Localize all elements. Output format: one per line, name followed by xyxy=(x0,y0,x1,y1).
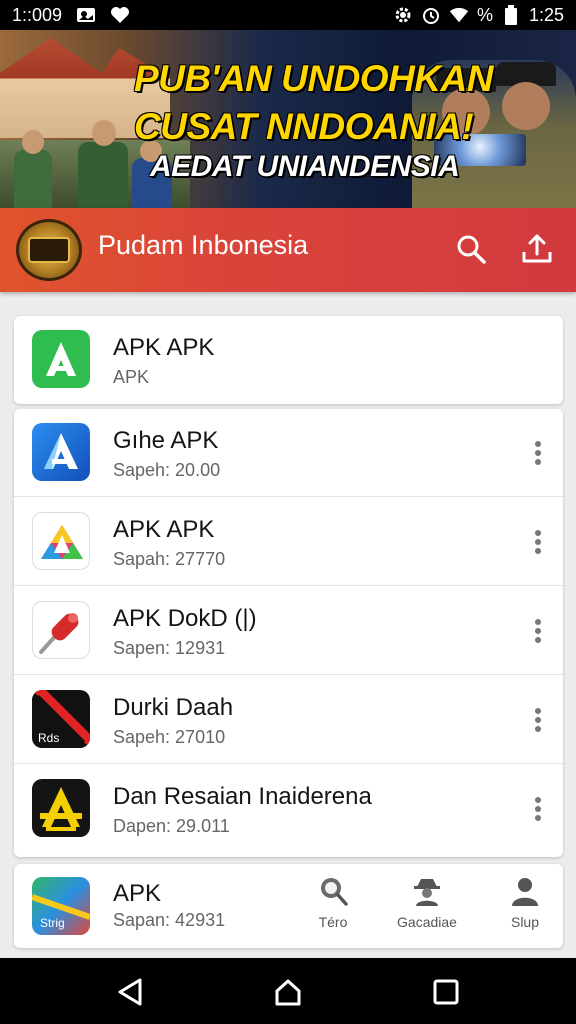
black-red-stripe-icon: Rds xyxy=(32,690,90,748)
bottom-app-subtitle: Sapan: 42931 xyxy=(113,910,226,930)
list-item[interactable]: APK DokD (|) Sapen: 12931 xyxy=(14,587,563,675)
home-button[interactable] xyxy=(270,974,306,1010)
more-options-button[interactable] xyxy=(526,615,550,647)
tab-gacadiae[interactable]: Gacadiae xyxy=(387,874,467,938)
more-options-button[interactable] xyxy=(526,437,550,469)
crowd-person-head xyxy=(92,120,116,146)
green-a-icon xyxy=(32,330,90,388)
svg-text:Strig: Strig xyxy=(40,916,65,930)
list-item[interactable]: Dan Resaian Inaiderena Dapen: 29.011 xyxy=(14,765,563,853)
app-subtitle: Sapeh: 27010 xyxy=(113,727,226,747)
crowd-person-head xyxy=(22,130,44,154)
promo-banner[interactable]: PUB'AN UNDOHKAN CUSAT NNDOANIA! AEDAT UN… xyxy=(0,30,576,208)
featured-app-title: APK APK xyxy=(113,334,215,361)
tab-label: Téro xyxy=(318,914,348,930)
share-icon xyxy=(522,234,552,263)
bottom-app-card[interactable]: Strig APK Sapan: 42931 xyxy=(14,864,563,948)
officer-face xyxy=(502,82,550,130)
back-button[interactable] xyxy=(112,974,148,1010)
yellow-a-icon xyxy=(32,779,90,837)
settings-gear-icon xyxy=(393,6,413,24)
list-item[interactable]: Gıhe APK Sapeh: 20.00 xyxy=(14,409,563,497)
more-options-button[interactable] xyxy=(526,526,550,558)
tab-slup[interactable]: Slup xyxy=(485,874,565,938)
app-subtitle: Sapah: 27770 xyxy=(113,549,226,569)
recents-button[interactable] xyxy=(428,974,464,1010)
system-nav-bar xyxy=(0,958,576,1024)
maps-strig-icon: Strig xyxy=(32,877,90,935)
crowd-person-figure xyxy=(14,150,52,208)
home-icon xyxy=(275,979,301,1006)
person-icon xyxy=(508,874,542,908)
svg-text:Rds: Rds xyxy=(38,731,59,745)
share-button[interactable] xyxy=(517,229,557,269)
list-item[interactable]: APK APK Sapah: 27770 xyxy=(14,498,563,586)
red-pin-icon xyxy=(32,601,90,659)
photo-notification-icon xyxy=(76,6,96,24)
tab-label: Gacadiae xyxy=(397,914,457,930)
app-title: Gıhe APK xyxy=(113,427,219,454)
app-title: APK APK xyxy=(113,516,215,543)
app-title: Dan Resaian Inaiderena xyxy=(113,783,372,810)
back-triangle-icon xyxy=(118,978,142,1006)
banner-headline-2: CUSAT NNDOANIA! xyxy=(134,106,474,147)
app-logo xyxy=(16,219,82,281)
search-icon xyxy=(457,235,486,264)
app-title: APK DokD (|) xyxy=(113,605,257,632)
battery-icon xyxy=(501,5,521,25)
more-options-button[interactable] xyxy=(526,704,550,736)
crowd-person-figure xyxy=(78,142,128,208)
app-list: Gıhe APK Sapeh: 20.00 APK APK Sapah: 277… xyxy=(14,409,563,857)
status-time: 1::009 xyxy=(12,4,63,25)
app-title: Durki Daah xyxy=(113,694,234,721)
list-item[interactable]: Rds Durki Daah Sapeh: 27010 xyxy=(14,676,563,764)
status-time-right: 1:25 xyxy=(528,4,564,25)
featured-app-card[interactable]: APK APK APK xyxy=(14,316,563,404)
app-subtitle: Sapeh: 20.00 xyxy=(113,460,221,480)
more-options-button[interactable] xyxy=(526,793,550,825)
bottom-app-title: APK xyxy=(113,880,162,907)
status-bar: 1::009 % 1:25 xyxy=(0,0,576,30)
blue-a-icon xyxy=(32,423,90,481)
battery-percent: % xyxy=(476,4,493,25)
spy-icon xyxy=(410,874,444,908)
alarm-icon xyxy=(421,6,441,24)
rainbow-triangle-icon xyxy=(32,512,90,570)
banner-headline-3: AEDAT UNIANDENSIA xyxy=(150,150,460,183)
tab-label: Slup xyxy=(510,914,540,930)
recents-square-icon xyxy=(433,979,459,1005)
banner-headline-1: PUB'AN UNDOHKAN xyxy=(134,58,493,99)
wifi-icon xyxy=(449,6,469,24)
app-subtitle: Dapen: 29.011 xyxy=(113,816,230,836)
app-subtitle: Sapen: 12931 xyxy=(113,638,226,658)
page-title: Pudam Inbonesia xyxy=(98,230,309,260)
tab-tero[interactable]: Téro xyxy=(293,874,373,938)
heart-icon xyxy=(110,6,130,24)
search-globe-icon xyxy=(316,874,350,908)
search-button[interactable] xyxy=(451,229,491,269)
featured-app-subtitle: APK xyxy=(113,367,150,387)
